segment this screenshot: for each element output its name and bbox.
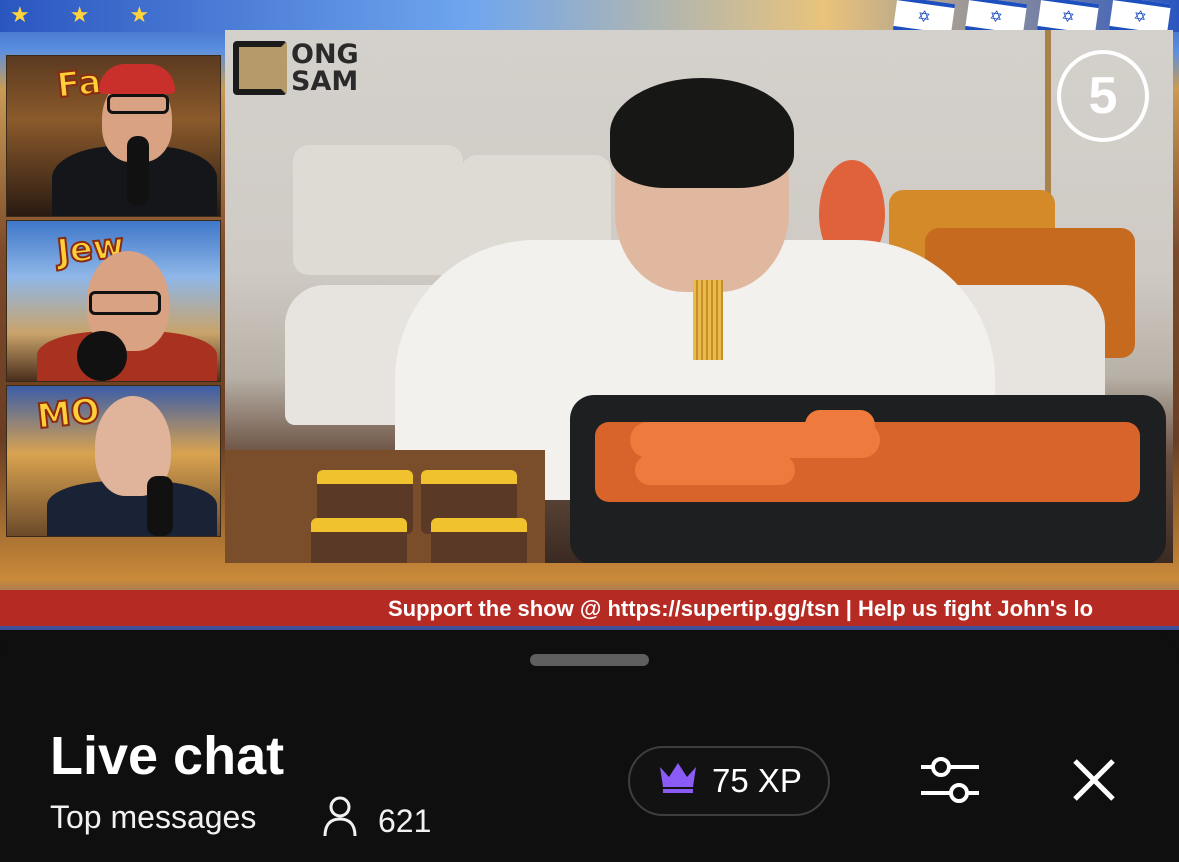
live-chat-sheet: Live chat Top messages 621 75 XP bbox=[0, 630, 1179, 862]
decorative-stars: ★★★ bbox=[10, 2, 190, 27]
shrimp bbox=[805, 410, 875, 440]
flag-garland: ✡ ✡ ✡ ✡ bbox=[892, 0, 1172, 38]
chat-filter-dropdown[interactable]: Top messages bbox=[50, 798, 256, 836]
webcam-host-1: Fa bbox=[6, 55, 221, 217]
cam-title: Fa bbox=[54, 61, 104, 107]
logo-mark bbox=[233, 41, 287, 95]
person-hair bbox=[610, 78, 794, 188]
video-player[interactable]: ★★★ ✡ ✡ ✡ ✡ Fa Jew MO ONG SAM 5 Support … bbox=[0, 0, 1179, 630]
logo-line: SAM bbox=[291, 66, 359, 97]
xp-button[interactable]: 75 XP bbox=[628, 746, 830, 816]
viewer-count-value: 621 bbox=[378, 802, 432, 839]
viewer-count: 621 bbox=[322, 796, 431, 846]
host-cap bbox=[99, 64, 175, 94]
sliders-icon bbox=[919, 753, 981, 812]
number-badge: 5 bbox=[1057, 50, 1149, 142]
sheet-title: Live chat bbox=[50, 726, 285, 786]
webcam-host-3: MO bbox=[6, 385, 221, 537]
webcam-column: Fa Jew MO bbox=[6, 55, 221, 540]
pillow bbox=[293, 145, 463, 275]
cam-title: MO bbox=[34, 390, 103, 438]
logo-text: ONG SAM bbox=[291, 41, 359, 95]
host-glasses bbox=[107, 94, 169, 114]
logo-line: ONG bbox=[291, 39, 359, 70]
food-item bbox=[311, 518, 407, 563]
person-icon bbox=[322, 796, 358, 846]
webcam-host-2: Jew bbox=[6, 220, 221, 382]
channel-logo: ONG SAM bbox=[233, 38, 365, 98]
crown-icon bbox=[656, 759, 700, 803]
close-button[interactable] bbox=[1062, 750, 1126, 814]
noodles bbox=[693, 280, 723, 360]
main-video-frame: ONG SAM 5 bbox=[225, 30, 1173, 563]
drag-handle[interactable] bbox=[530, 654, 649, 666]
shrimp bbox=[635, 455, 795, 485]
microphone bbox=[77, 331, 127, 381]
xp-label: 75 XP bbox=[712, 762, 802, 799]
microphone bbox=[147, 476, 173, 536]
close-icon bbox=[1071, 757, 1117, 808]
ticker-bar: Support the show @ https://supertip.gg/t… bbox=[0, 590, 1179, 626]
host-glasses bbox=[89, 291, 161, 315]
microphone bbox=[127, 136, 149, 206]
sliders-button[interactable] bbox=[918, 750, 982, 814]
ticker-text: Support the show @ https://supertip.gg/t… bbox=[388, 596, 1094, 621]
food-item bbox=[431, 518, 527, 563]
